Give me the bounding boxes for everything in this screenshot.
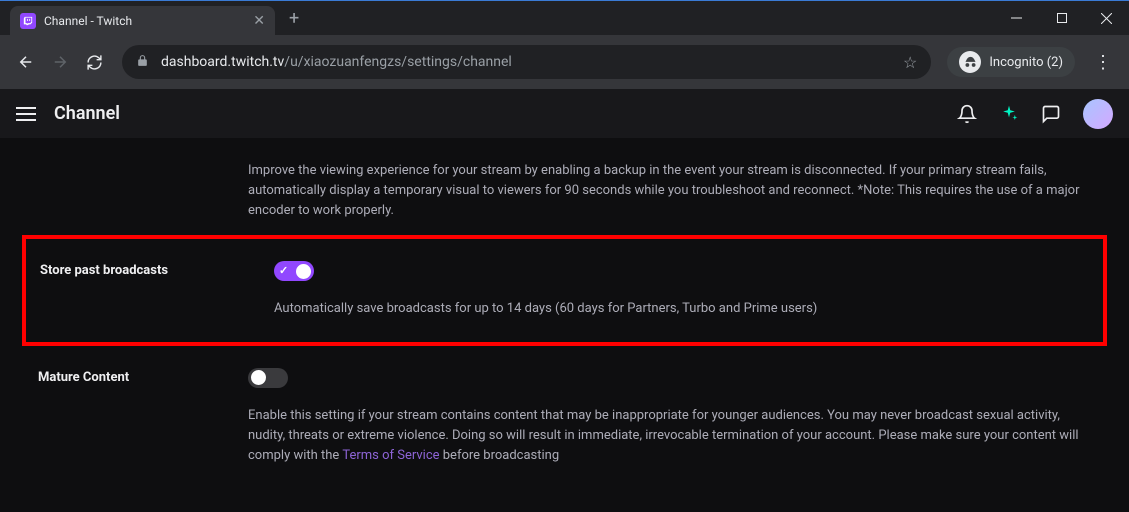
window-maximize-button[interactable] [1039, 1, 1084, 36]
highlighted-setting: Store past broadcasts ✓ Automatically sa… [22, 235, 1107, 345]
store-past-description: Automatically save broadcasts for up to … [274, 299, 1087, 319]
chat-icon[interactable] [1041, 104, 1061, 124]
user-avatar[interactable] [1083, 99, 1113, 129]
twitch-favicon [20, 13, 36, 29]
star-icon[interactable]: ☆ [903, 53, 917, 72]
store-past-toggle[interactable]: ✓ [274, 261, 314, 281]
page-title: Channel [54, 103, 120, 124]
browser-tab[interactable]: Channel - Twitch ✕ [10, 6, 275, 36]
lock-icon [136, 54, 149, 71]
reload-button[interactable] [80, 48, 108, 76]
store-past-label: Store past broadcasts [26, 261, 274, 319]
twitch-header: Channel [0, 89, 1129, 139]
terms-of-service-link[interactable]: Terms of Service [342, 448, 439, 463]
sparkle-icon[interactable] [999, 104, 1019, 124]
settings-content: Improve the viewing experience for your … [0, 139, 1129, 480]
window-minimize-button[interactable] [994, 1, 1039, 36]
mature-content-label: Mature Content [0, 368, 248, 466]
window-close-button[interactable] [1084, 1, 1129, 36]
address-text: dashboard.twitch.tv/u/xiaozuanfengzs/set… [161, 54, 893, 70]
setting-mature-content: Mature Content Enable this setting if yo… [0, 346, 1129, 480]
browser-toolbar: dashboard.twitch.tv/u/xiaozuanfengzs/set… [0, 35, 1129, 89]
tab-close-button[interactable]: ✕ [253, 13, 265, 29]
setting-store-past-broadcasts: Store past broadcasts ✓ Automatically sa… [26, 241, 1103, 339]
forward-button[interactable] [46, 48, 74, 76]
back-button[interactable] [12, 48, 40, 76]
browser-menu-button[interactable]: ⋮ [1089, 52, 1117, 73]
incognito-icon [959, 51, 981, 73]
address-bar[interactable]: dashboard.twitch.tv/u/xiaozuanfengzs/set… [122, 45, 931, 79]
incognito-badge[interactable]: Incognito (2) [947, 47, 1075, 77]
menu-hamburger-button[interactable] [16, 103, 36, 125]
mature-content-toggle[interactable] [248, 368, 288, 388]
incognito-label: Incognito (2) [989, 55, 1063, 70]
setting-backup-description: Improve the viewing experience for your … [248, 161, 1089, 221]
browser-tab-title: Channel - Twitch [44, 14, 245, 28]
check-icon: ✓ [279, 264, 288, 277]
new-tab-button[interactable]: + [289, 8, 299, 29]
notifications-button[interactable] [957, 104, 977, 124]
mature-content-description: Enable this setting if your stream conta… [248, 406, 1089, 466]
setting-backup-stream: Improve the viewing experience for your … [0, 147, 1129, 235]
window-titlebar: Channel - Twitch ✕ + [0, 0, 1129, 35]
